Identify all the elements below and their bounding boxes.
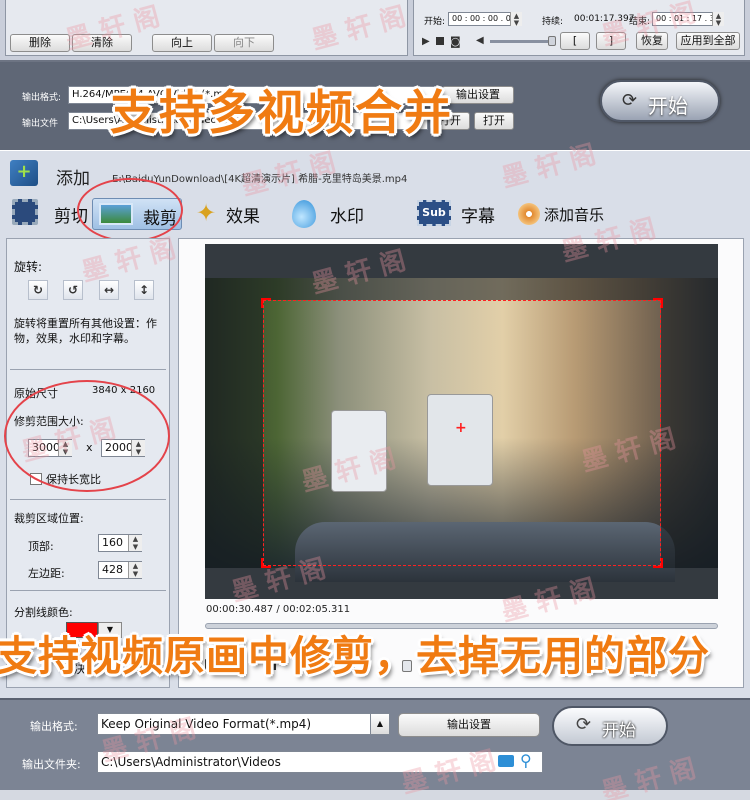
output-format-select[interactable]: Keep Original Video Format(*.mp4): [97, 713, 373, 735]
start-time-spin[interactable]: ▲ ▼: [510, 12, 522, 27]
add-label: 添加: [56, 169, 90, 189]
dark-top-overlay: [263, 278, 661, 300]
search-icon[interactable]: ⚲: [520, 751, 532, 770]
crop-position-label: 裁剪区域位置:: [14, 512, 84, 525]
start-button[interactable]: ⟳ 开始: [552, 706, 668, 746]
stop-icon[interactable]: [436, 37, 444, 45]
start-label: 开始: [602, 721, 636, 741]
mark-in-button[interactable]: [: [560, 32, 590, 50]
volume-slider[interactable]: [490, 40, 552, 43]
preview-time: 00:00:30.487 / 00:02:05.311: [206, 604, 351, 615]
output-format-label: 输出格式:: [30, 720, 78, 733]
video-frame: +: [205, 244, 718, 599]
output-folder-field[interactable]: C:\Users\Administrator\Videos: [97, 751, 543, 773]
dark-left-overlay: [205, 278, 263, 568]
film-add-icon: +: [10, 160, 38, 186]
rotate-note: 旋转将重置所有其他设置：作物，效果，水印和字幕。: [14, 317, 157, 345]
rotate-ccw-icon[interactable]: ↺: [63, 280, 83, 300]
refresh-icon: ⟳: [622, 90, 638, 111]
crop-corner-tr[interactable]: [653, 298, 663, 308]
flip-vertical-icon[interactable]: ↕: [134, 280, 154, 300]
crop-corner-bl[interactable]: [261, 558, 271, 568]
crop-tab-highlight-circle: [77, 178, 183, 242]
bottom-banner: 支持视频原画中修剪，去掉无用的部分: [0, 632, 710, 680]
crop-size-highlight-circle: [4, 380, 170, 492]
start-refresh-icon: ⟳: [576, 714, 592, 735]
bottom-edge-strip: [0, 790, 750, 800]
upper-start-label: 开始: [648, 94, 688, 118]
crop-corner-br[interactable]: [653, 558, 663, 568]
move-down-button[interactable]: 向下: [214, 34, 274, 52]
end-label: 结束:: [629, 17, 651, 27]
divider-1: [10, 369, 166, 370]
tab-effect[interactable]: ✦ 效果: [194, 197, 274, 231]
duration-value: 00:01:17.397: [574, 14, 635, 24]
sparkle-icon: ✦: [196, 199, 217, 227]
clear-button[interactable]: 清除: [72, 34, 132, 52]
play-icon[interactable]: ▶: [422, 36, 430, 47]
output-folder-label: 输出文件夹:: [22, 758, 81, 771]
delete-button[interactable]: 删除: [10, 34, 70, 52]
start-label: 开始:: [424, 17, 446, 27]
rotate-label: 旋转:: [14, 260, 43, 274]
subtitle-icon: Sub: [417, 200, 451, 226]
left-offset-spin[interactable]: ▲ ▼: [128, 562, 142, 578]
upper-folder-label: 输出文件: [22, 119, 59, 129]
trim-panel: 开始: 00 : 00 : 00 . 000 ▲ ▼ 持续: 00:01:17.3…: [413, 0, 745, 56]
tab-watermark-label: 水印: [330, 207, 364, 227]
divider-3: [10, 590, 166, 591]
film-icon: [12, 199, 38, 225]
top-offset-label: 顶部:: [28, 540, 54, 553]
tab-effect-label: 效果: [226, 207, 260, 227]
top-banner: 支持多视频合并: [110, 86, 453, 141]
duration-label: 持续:: [542, 17, 564, 27]
end-time-spin[interactable]: ▲ ▼: [712, 12, 724, 27]
tab-subtitle[interactable]: Sub 字幕: [415, 197, 505, 231]
music-disc-icon: [518, 203, 540, 225]
water-drop-icon: [292, 200, 316, 228]
crop-center-marker: +: [455, 420, 467, 436]
volume-icon[interactable]: ◀: [476, 35, 484, 46]
top-panel: 删除 清除 向上 向下 开始: 00 : 00 : 00 . 000 ▲ ▼ 持续…: [0, 0, 750, 62]
top-offset-spin[interactable]: ▲ ▼: [128, 535, 142, 551]
move-up-button[interactable]: 向上: [152, 34, 212, 52]
apply-all-button[interactable]: 应用到全部: [676, 32, 740, 50]
upper-format-label: 输出格式:: [22, 93, 62, 103]
folder-open-icon[interactable]: [498, 755, 514, 767]
upper-open-button[interactable]: 打开: [474, 112, 514, 130]
upper-start-button[interactable]: ⟳ 开始: [600, 80, 720, 122]
rotate-cw-icon[interactable]: ↻: [28, 280, 48, 300]
tab-add-music-label: 添加音乐: [544, 206, 605, 224]
tab-add-music[interactable]: 添加音乐: [518, 197, 628, 231]
dark-right-overlay: [661, 278, 718, 568]
restore-button[interactable]: 恢复: [636, 32, 668, 50]
tab-subtitle-label: 字幕: [461, 207, 495, 227]
add-button[interactable]: + 添加: [8, 160, 98, 190]
tab-watermark[interactable]: 水印: [290, 197, 380, 231]
camera-icon[interactable]: ◙: [450, 35, 461, 48]
flip-horizontal-icon[interactable]: ↔: [99, 280, 119, 300]
left-offset-label: 左边距:: [28, 567, 65, 580]
crop-corner-tl[interactable]: [261, 298, 271, 308]
line-color-label: 分割线颜色:: [14, 606, 73, 619]
mark-out-button[interactable]: ]: [596, 32, 626, 50]
divider-2: [10, 499, 166, 500]
format-dropdown-arrow[interactable]: ▲: [370, 713, 390, 735]
output-settings-button[interactable]: 输出设置: [398, 713, 540, 737]
volume-knob[interactable]: [548, 36, 556, 46]
